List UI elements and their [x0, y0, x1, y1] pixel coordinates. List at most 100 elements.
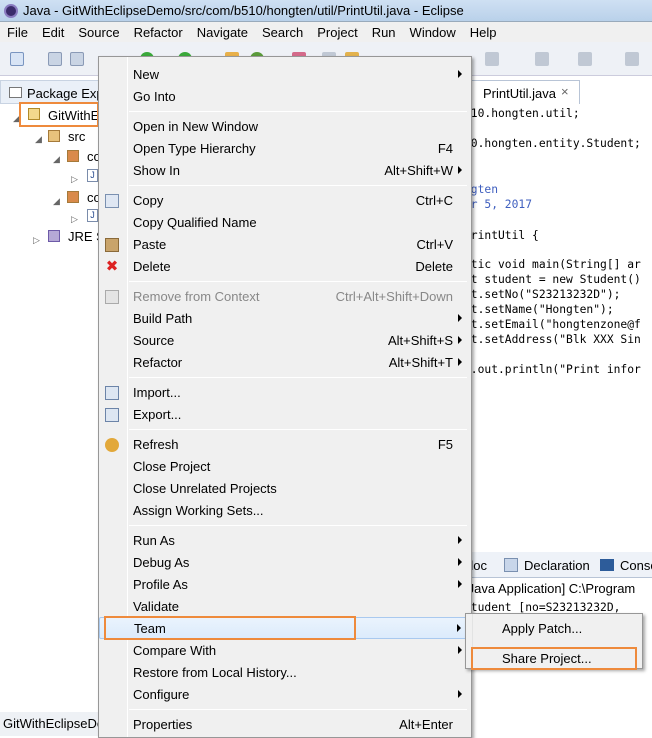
menu-run[interactable]: Run: [365, 25, 403, 40]
package-explorer-icon: [9, 87, 22, 98]
submenu-arrow-icon: [458, 690, 462, 698]
submenu-arrow-icon: [458, 558, 462, 566]
menu-item-assign-working-sets[interactable]: Assign Working Sets...: [99, 500, 471, 522]
title-bar: Java - GitWithEclipseDemo/src/com/b510/h…: [0, 0, 652, 22]
menu-item-remove-from-context: Remove from Context Ctrl+Alt+Shift+Down: [99, 286, 471, 308]
save-all-icon[interactable]: [70, 52, 84, 66]
toggle-mark-icon[interactable]: [535, 52, 549, 66]
menu-item-refactor[interactable]: Refactor Alt+Shift+T: [99, 352, 471, 374]
java-file-icon: J: [87, 209, 98, 222]
tab-declaration[interactable]: Declaration: [524, 558, 590, 573]
tab-console[interactable]: Conso: [620, 558, 652, 573]
submenu-arrow-icon: [458, 580, 462, 588]
submenu-item-apply-patch[interactable]: Apply Patch...: [466, 617, 642, 639]
menu-project[interactable]: Project: [310, 25, 364, 40]
menu-search[interactable]: Search: [255, 25, 310, 40]
submenu-arrow-icon: [458, 536, 462, 544]
menu-item-compare-with[interactable]: Compare With: [99, 640, 471, 662]
menu-item-copy-qualified-name[interactable]: Copy Qualified Name: [99, 212, 471, 234]
menu-item-close-unrelated-projects[interactable]: Close Unrelated Projects: [99, 478, 471, 500]
export-icon: [105, 408, 119, 422]
menu-window[interactable]: Window: [403, 25, 463, 40]
menu-item-show-in[interactable]: Show In Alt+Shift+W: [99, 160, 471, 182]
menu-item-open-type-hierarchy[interactable]: Open Type Hierarchy F4: [99, 138, 471, 160]
menu-item-export[interactable]: Export...: [99, 404, 471, 426]
code-line: nt.setAddress("Blk XXX Sin: [464, 333, 641, 346]
menu-item-restore-from-local-history[interactable]: Restore from Local History...: [99, 662, 471, 684]
package-explorer-tab[interactable]: Package Exp: [0, 80, 104, 104]
menu-source[interactable]: Source: [71, 25, 126, 40]
paste-icon: [105, 238, 119, 252]
window-title: Java - GitWithEclipseDemo/src/com/b510/h…: [23, 3, 464, 18]
eclipse-icon: [4, 3, 18, 18]
remove-context-icon: [105, 290, 119, 304]
menu-bar: File Edit Source Refactor Navigate Searc…: [0, 22, 652, 42]
menu-item-refresh[interactable]: Refresh F5: [99, 434, 471, 456]
menu-item-go-into[interactable]: Go Into: [99, 86, 471, 108]
team-highlight-box: [104, 616, 356, 640]
menu-item-properties[interactable]: Properties Alt+Enter: [99, 714, 471, 736]
declaration-icon: [504, 558, 518, 572]
menu-refactor[interactable]: Refactor: [127, 25, 190, 40]
share-project-highlight-box: [471, 647, 637, 670]
forward-icon[interactable]: [578, 52, 592, 66]
menu-edit[interactable]: Edit: [35, 25, 71, 40]
menu-item-debug-as[interactable]: Debug As: [99, 552, 471, 574]
java-file-icon: J: [87, 169, 98, 182]
menu-item-source[interactable]: Source Alt+Shift+S: [99, 330, 471, 352]
menu-item-delete[interactable]: ✖ Delete Delete: [99, 256, 471, 278]
menu-item-profile-as[interactable]: Profile As: [99, 574, 471, 596]
submenu-arrow-icon: [458, 314, 462, 322]
editor-tab[interactable]: PrintUtil.java ×: [462, 80, 580, 104]
menu-item-new[interactable]: New: [99, 64, 471, 86]
menu-item-configure[interactable]: Configure: [99, 684, 471, 706]
menu-help[interactable]: Help: [463, 25, 504, 40]
code-line: PrintUtil {: [464, 229, 539, 242]
menu-item-open-in-new-window[interactable]: Open in New Window: [99, 116, 471, 138]
editor-tab-label: PrintUtil.java: [483, 86, 556, 101]
collapse-toggle-icon[interactable]: ▷: [71, 215, 79, 224]
new-icon[interactable]: [10, 52, 24, 66]
menu-navigate[interactable]: Navigate: [190, 25, 255, 40]
src-folder-icon: [48, 130, 60, 142]
submenu-arrow-icon: [458, 336, 462, 344]
expand-toggle-icon[interactable]: ◢: [53, 197, 61, 206]
code-line: m.out.println("Print infor: [464, 363, 641, 376]
refresh-icon: [105, 438, 119, 452]
copy-icon: [105, 194, 119, 208]
submenu-arrow-icon: [458, 166, 462, 174]
code-line: ar 5, 2017: [464, 198, 533, 211]
submenu-arrow-icon: [457, 624, 461, 632]
prev-annotation-icon[interactable]: [485, 52, 499, 66]
collapse-toggle-icon[interactable]: ▷: [71, 175, 79, 184]
tree-item-src[interactable]: src: [68, 129, 85, 144]
expand-toggle-icon[interactable]: ◢: [35, 135, 43, 144]
expand-toggle-icon[interactable]: ◢: [53, 155, 61, 164]
menu-item-import[interactable]: Import...: [99, 382, 471, 404]
package-icon: [67, 150, 79, 162]
save-icon[interactable]: [48, 52, 62, 66]
delete-icon: ✖: [105, 258, 119, 275]
code-line: 10.hongten.entity.Student;: [464, 137, 641, 150]
import-icon: [105, 386, 119, 400]
menu-item-build-path[interactable]: Build Path: [99, 308, 471, 330]
menu-item-copy[interactable]: Copy Ctrl+C: [99, 190, 471, 212]
package-explorer-pane: [0, 78, 100, 736]
bottom-tab-bar: doc Declaration Conso: [460, 552, 652, 578]
console-icon: [600, 559, 614, 571]
menu-item-paste[interactable]: Paste Ctrl+V: [99, 234, 471, 256]
package-icon: [67, 191, 79, 203]
menu-item-run-as[interactable]: Run As: [99, 530, 471, 552]
menu-file[interactable]: File: [0, 25, 35, 40]
collapse-toggle-icon[interactable]: ▷: [33, 236, 41, 245]
menu-item-close-project[interactable]: Close Project: [99, 456, 471, 478]
close-icon[interactable]: ×: [561, 84, 569, 99]
submenu-arrow-icon: [458, 70, 462, 78]
back-icon[interactable]: [625, 52, 639, 66]
submenu-arrow-icon: [458, 358, 462, 366]
menu-item-validate[interactable]: Validate: [99, 596, 471, 618]
code-line: 510.hongten.util;: [464, 107, 580, 120]
project-highlight-box: [19, 102, 99, 127]
library-icon: [48, 230, 60, 242]
submenu-arrow-icon: [458, 646, 462, 654]
